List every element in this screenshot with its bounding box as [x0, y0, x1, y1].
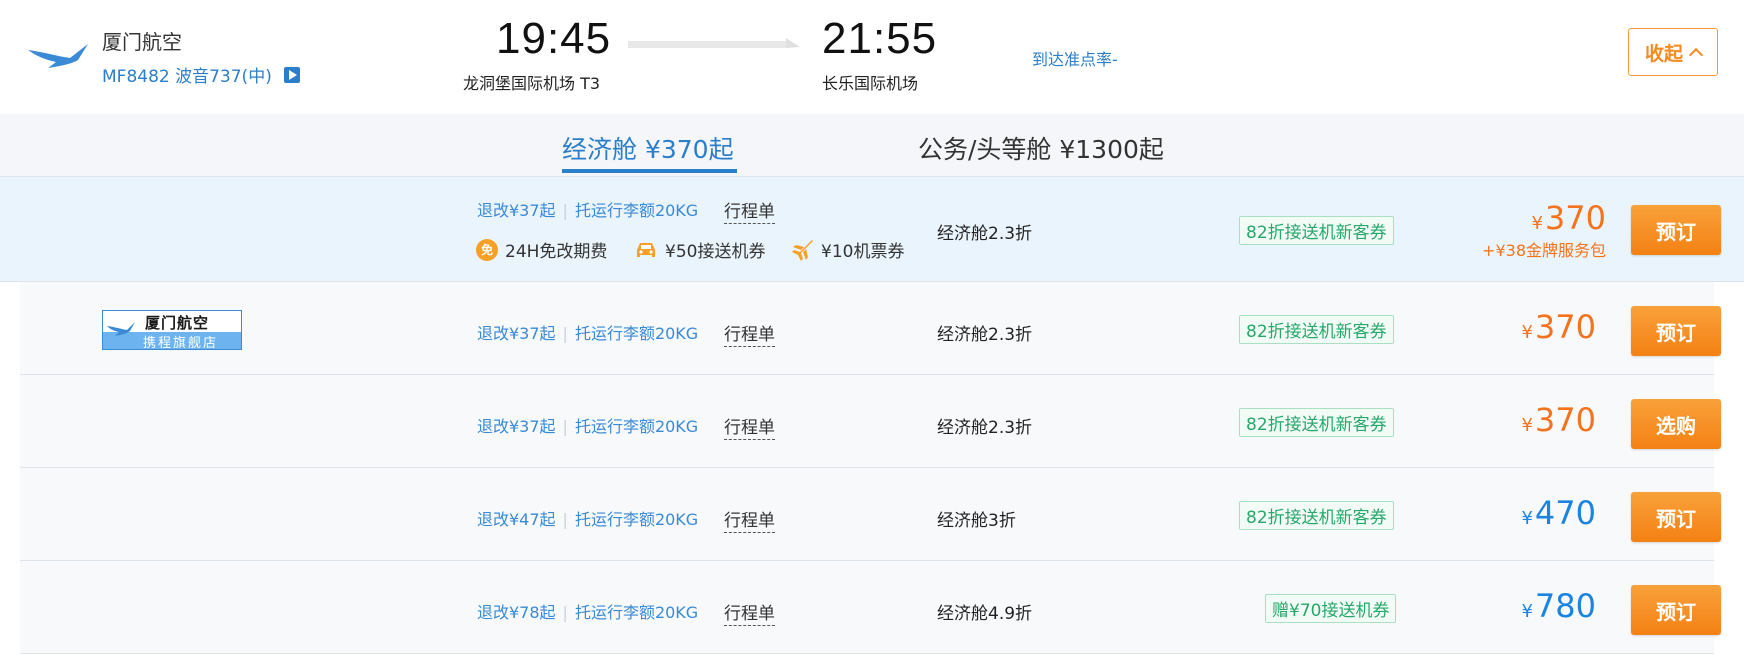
plane-icon — [792, 239, 813, 261]
baggage-link[interactable]: 托运行李额20KG — [575, 510, 698, 529]
fare-row: 退改¥47起 | 托运行李额20KG 行程单 经济舱3折 82折接送机新客券 ¥47… — [20, 468, 1721, 561]
fare-price: ¥370 — [1521, 308, 1596, 346]
play-icon[interactable] — [284, 67, 300, 83]
fare-price: ¥780 — [1521, 587, 1596, 625]
perk-label: 24H免改期费 — [505, 242, 608, 262]
refund-policy-link[interactable]: 退改¥47起 — [477, 510, 556, 529]
store-subtitle: 携程旗舰店 — [143, 336, 219, 351]
price-value: 370 — [1534, 401, 1596, 439]
baggage-link[interactable]: 托运行李额20KG — [575, 603, 698, 622]
promo-badge: 82折接送机新客券 — [1239, 315, 1394, 344]
chevron-up-icon — [1688, 47, 1704, 62]
tab-economy[interactable]: 经济舱 ¥370起 — [562, 130, 734, 166]
fare-price: ¥470 — [1521, 494, 1596, 532]
fare-row: 退改¥78起 | 托运行李额20KG 行程单 经济舱4.9折 赠¥70接送机券 ¥7… — [20, 561, 1721, 654]
price-value: 780 — [1534, 587, 1596, 625]
baggage-link[interactable]: 托运行李额20KG — [575, 324, 698, 343]
cabin-discount: 经济舱4.9折 — [937, 604, 1033, 624]
collapse-button[interactable]: 收起 — [1628, 28, 1718, 76]
book-button[interactable]: 预订 — [1631, 492, 1721, 542]
waiver-icon: 免 — [476, 238, 498, 261]
cabin-discount: 经济舱2.3折 — [937, 325, 1033, 345]
fare-policy: 退改¥78起 | 托运行李额20KG — [477, 603, 699, 622]
perk-item: 免 24H免改期费 — [476, 237, 607, 262]
fare-policy: 退改¥47起 | 托运行李额20KG — [477, 510, 699, 529]
car-icon — [637, 242, 655, 257]
airline-logo-icon — [28, 44, 88, 68]
collapse-label: 收起 — [1644, 42, 1683, 65]
refund-policy-link[interactable]: 退改¥37起 — [477, 324, 556, 343]
promo-badge: 82折接送机新客券 — [1239, 216, 1394, 245]
promo-badge: 82折接送机新客券 — [1239, 408, 1394, 437]
store-logo-bird-icon — [107, 322, 135, 336]
select-button[interactable]: 选购 — [1631, 399, 1721, 449]
cabin-discount: 经济舱2.3折 — [937, 418, 1033, 438]
currency-symbol: ¥ — [1521, 601, 1533, 622]
refund-policy-link[interactable]: 退改¥37起 — [477, 201, 556, 220]
itinerary-link[interactable]: 行程单 — [724, 599, 775, 626]
perk-item: ¥10机票券 — [790, 237, 904, 262]
cabin-discount: 经济舱2.3折 — [937, 224, 1033, 244]
departure-time: 19:45 — [496, 14, 612, 63]
price-value: 470 — [1534, 494, 1596, 532]
perk-label: ¥10机票券 — [821, 242, 905, 262]
itinerary-link[interactable]: 行程单 — [724, 197, 775, 224]
fare-price: ¥370 — [1521, 401, 1596, 439]
currency-symbol: ¥ — [1521, 508, 1533, 529]
fare-price: ¥370 — [1531, 199, 1606, 237]
fare-row: 退改¥37起 | 托运行李额20KG 行程单 经济舱2.3折 82折接送机新客券 ¥… — [20, 375, 1721, 468]
itinerary-link[interactable]: 行程单 — [724, 413, 775, 440]
fare-policy: 退改¥37起 | 托运行李额20KG — [477, 417, 699, 436]
book-button[interactable]: 预订 — [1631, 205, 1721, 255]
airline-name: 厦门航空 — [102, 30, 182, 54]
store-name: 厦门航空 — [145, 314, 210, 332]
fare-policy: 退改¥37起 | 托运行李额20KG — [477, 324, 699, 343]
itinerary-link[interactable]: 行程单 — [724, 506, 775, 533]
arrival-time: 21:55 — [822, 14, 938, 63]
flagship-store-logo[interactable]: 厦门航空 携程旗舰店 — [102, 310, 242, 351]
book-button[interactable]: 预订 — [1631, 585, 1721, 635]
cabin-tabs-bar — [0, 114, 1744, 177]
flight-meta-link[interactable]: MF8482 波音737(中) — [102, 62, 272, 87]
promo-badge: 赠¥70接送机券 — [1265, 594, 1397, 623]
active-tab-indicator — [562, 169, 737, 173]
book-button[interactable]: 预订 — [1631, 306, 1721, 356]
arrival-airport: 长乐国际机场 — [822, 74, 919, 93]
currency-symbol: ¥ — [1521, 322, 1533, 343]
flight-route-arrow-icon — [628, 38, 800, 48]
perk-item: ¥50接送机券 — [634, 237, 765, 262]
itinerary-link[interactable]: 行程单 — [724, 320, 775, 347]
ontime-rate: 到达准点率- — [1032, 50, 1118, 69]
perk-label: ¥50接送机券 — [665, 242, 766, 262]
fare-policy: 退改¥37起 | 托运行李额20KG — [477, 201, 699, 220]
refund-policy-link[interactable]: 退改¥37起 — [477, 417, 556, 436]
fare-row: 退改¥37起 | 托运行李额20KG 行程单 免 24H免改期费 ¥50接送机券 ¥… — [0, 177, 1744, 282]
promo-badge: 82折接送机新客券 — [1239, 501, 1394, 530]
baggage-link[interactable]: 托运行李额20KG — [575, 201, 698, 220]
fare-row: 厦门航空 携程旗舰店 退改¥37起 | 托运行李额20KG 行程单 经济舱2.3折 … — [20, 282, 1721, 375]
baggage-link[interactable]: 托运行李额20KG — [575, 417, 698, 436]
departure-airport: 龙洞堡国际机场 T3 — [463, 74, 601, 93]
service-package-link[interactable]: +¥38金牌服务包 — [1482, 237, 1606, 261]
cabin-discount: 经济舱3折 — [937, 511, 1016, 531]
price-value: 370 — [1534, 308, 1596, 346]
currency-symbol: ¥ — [1531, 213, 1543, 234]
refund-policy-link[interactable]: 退改¥78起 — [477, 603, 556, 622]
price-value: 370 — [1544, 199, 1606, 237]
tab-business-first[interactable]: 公务/头等舱 ¥1300起 — [918, 130, 1164, 166]
currency-symbol: ¥ — [1521, 415, 1533, 436]
